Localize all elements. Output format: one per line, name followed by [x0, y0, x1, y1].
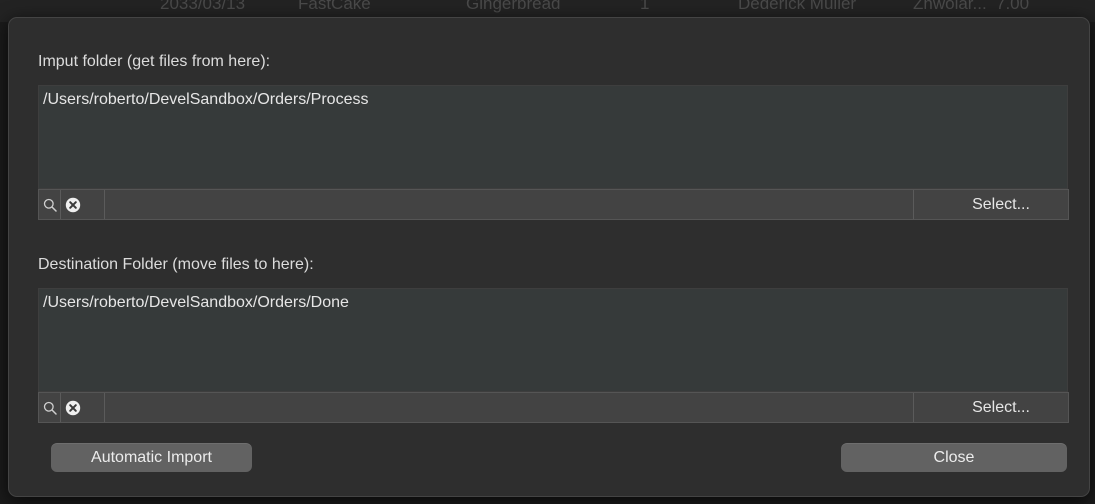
background-cell-price: 7.00: [996, 0, 1030, 13]
background-cell-product: Gingerbread: [466, 0, 561, 13]
automatic-import-button[interactable]: Automatic Import: [51, 443, 252, 472]
destination-folder-path-field[interactable]: /Users/roberto/DevelSandbox/Orders/Done: [38, 288, 1068, 392]
background-cell-city: Zhwolar...: [913, 0, 987, 13]
background-cell-customer: Dederick Muller: [738, 0, 857, 13]
magnifier-icon: [43, 401, 57, 415]
destination-select-button[interactable]: Select...: [913, 393, 1068, 422]
input-folder-path-field[interactable]: /Users/roberto/DevelSandbox/Orders/Proce…: [38, 85, 1068, 189]
destination-search-button[interactable]: [39, 393, 61, 422]
magnifier-icon: [43, 198, 57, 212]
input-filter-field[interactable]: [105, 190, 913, 219]
destination-folder-toolbar: Select...: [38, 392, 1069, 423]
input-search-button[interactable]: [39, 190, 61, 219]
destination-folder-label: Destination Folder (move files to here):: [38, 256, 314, 273]
input-folder-label: Imput folder (get files from here):: [38, 53, 271, 70]
clear-circle-x-icon: [65, 400, 81, 415]
clear-circle-x-icon: [65, 197, 81, 212]
destination-clear-button[interactable]: [61, 393, 105, 422]
input-folder-path-text: /Users/roberto/DevelSandbox/Orders/Proce…: [43, 91, 369, 108]
input-folder-toolbar: Select...: [38, 189, 1069, 220]
folder-settings-dialog: Imput folder (get files from here): /Use…: [8, 17, 1090, 497]
input-clear-button[interactable]: [61, 190, 105, 219]
destination-folder-path-text: /Users/roberto/DevelSandbox/Orders/Done: [43, 294, 349, 311]
destination-filter-field[interactable]: [105, 393, 913, 422]
background-cell-date: 2033/03/13: [160, 0, 246, 13]
close-button[interactable]: Close: [841, 443, 1067, 472]
background-cell-company: FastCake: [298, 0, 371, 13]
background-cell-quantity: 1: [640, 0, 650, 13]
input-select-button[interactable]: Select...: [913, 190, 1068, 219]
